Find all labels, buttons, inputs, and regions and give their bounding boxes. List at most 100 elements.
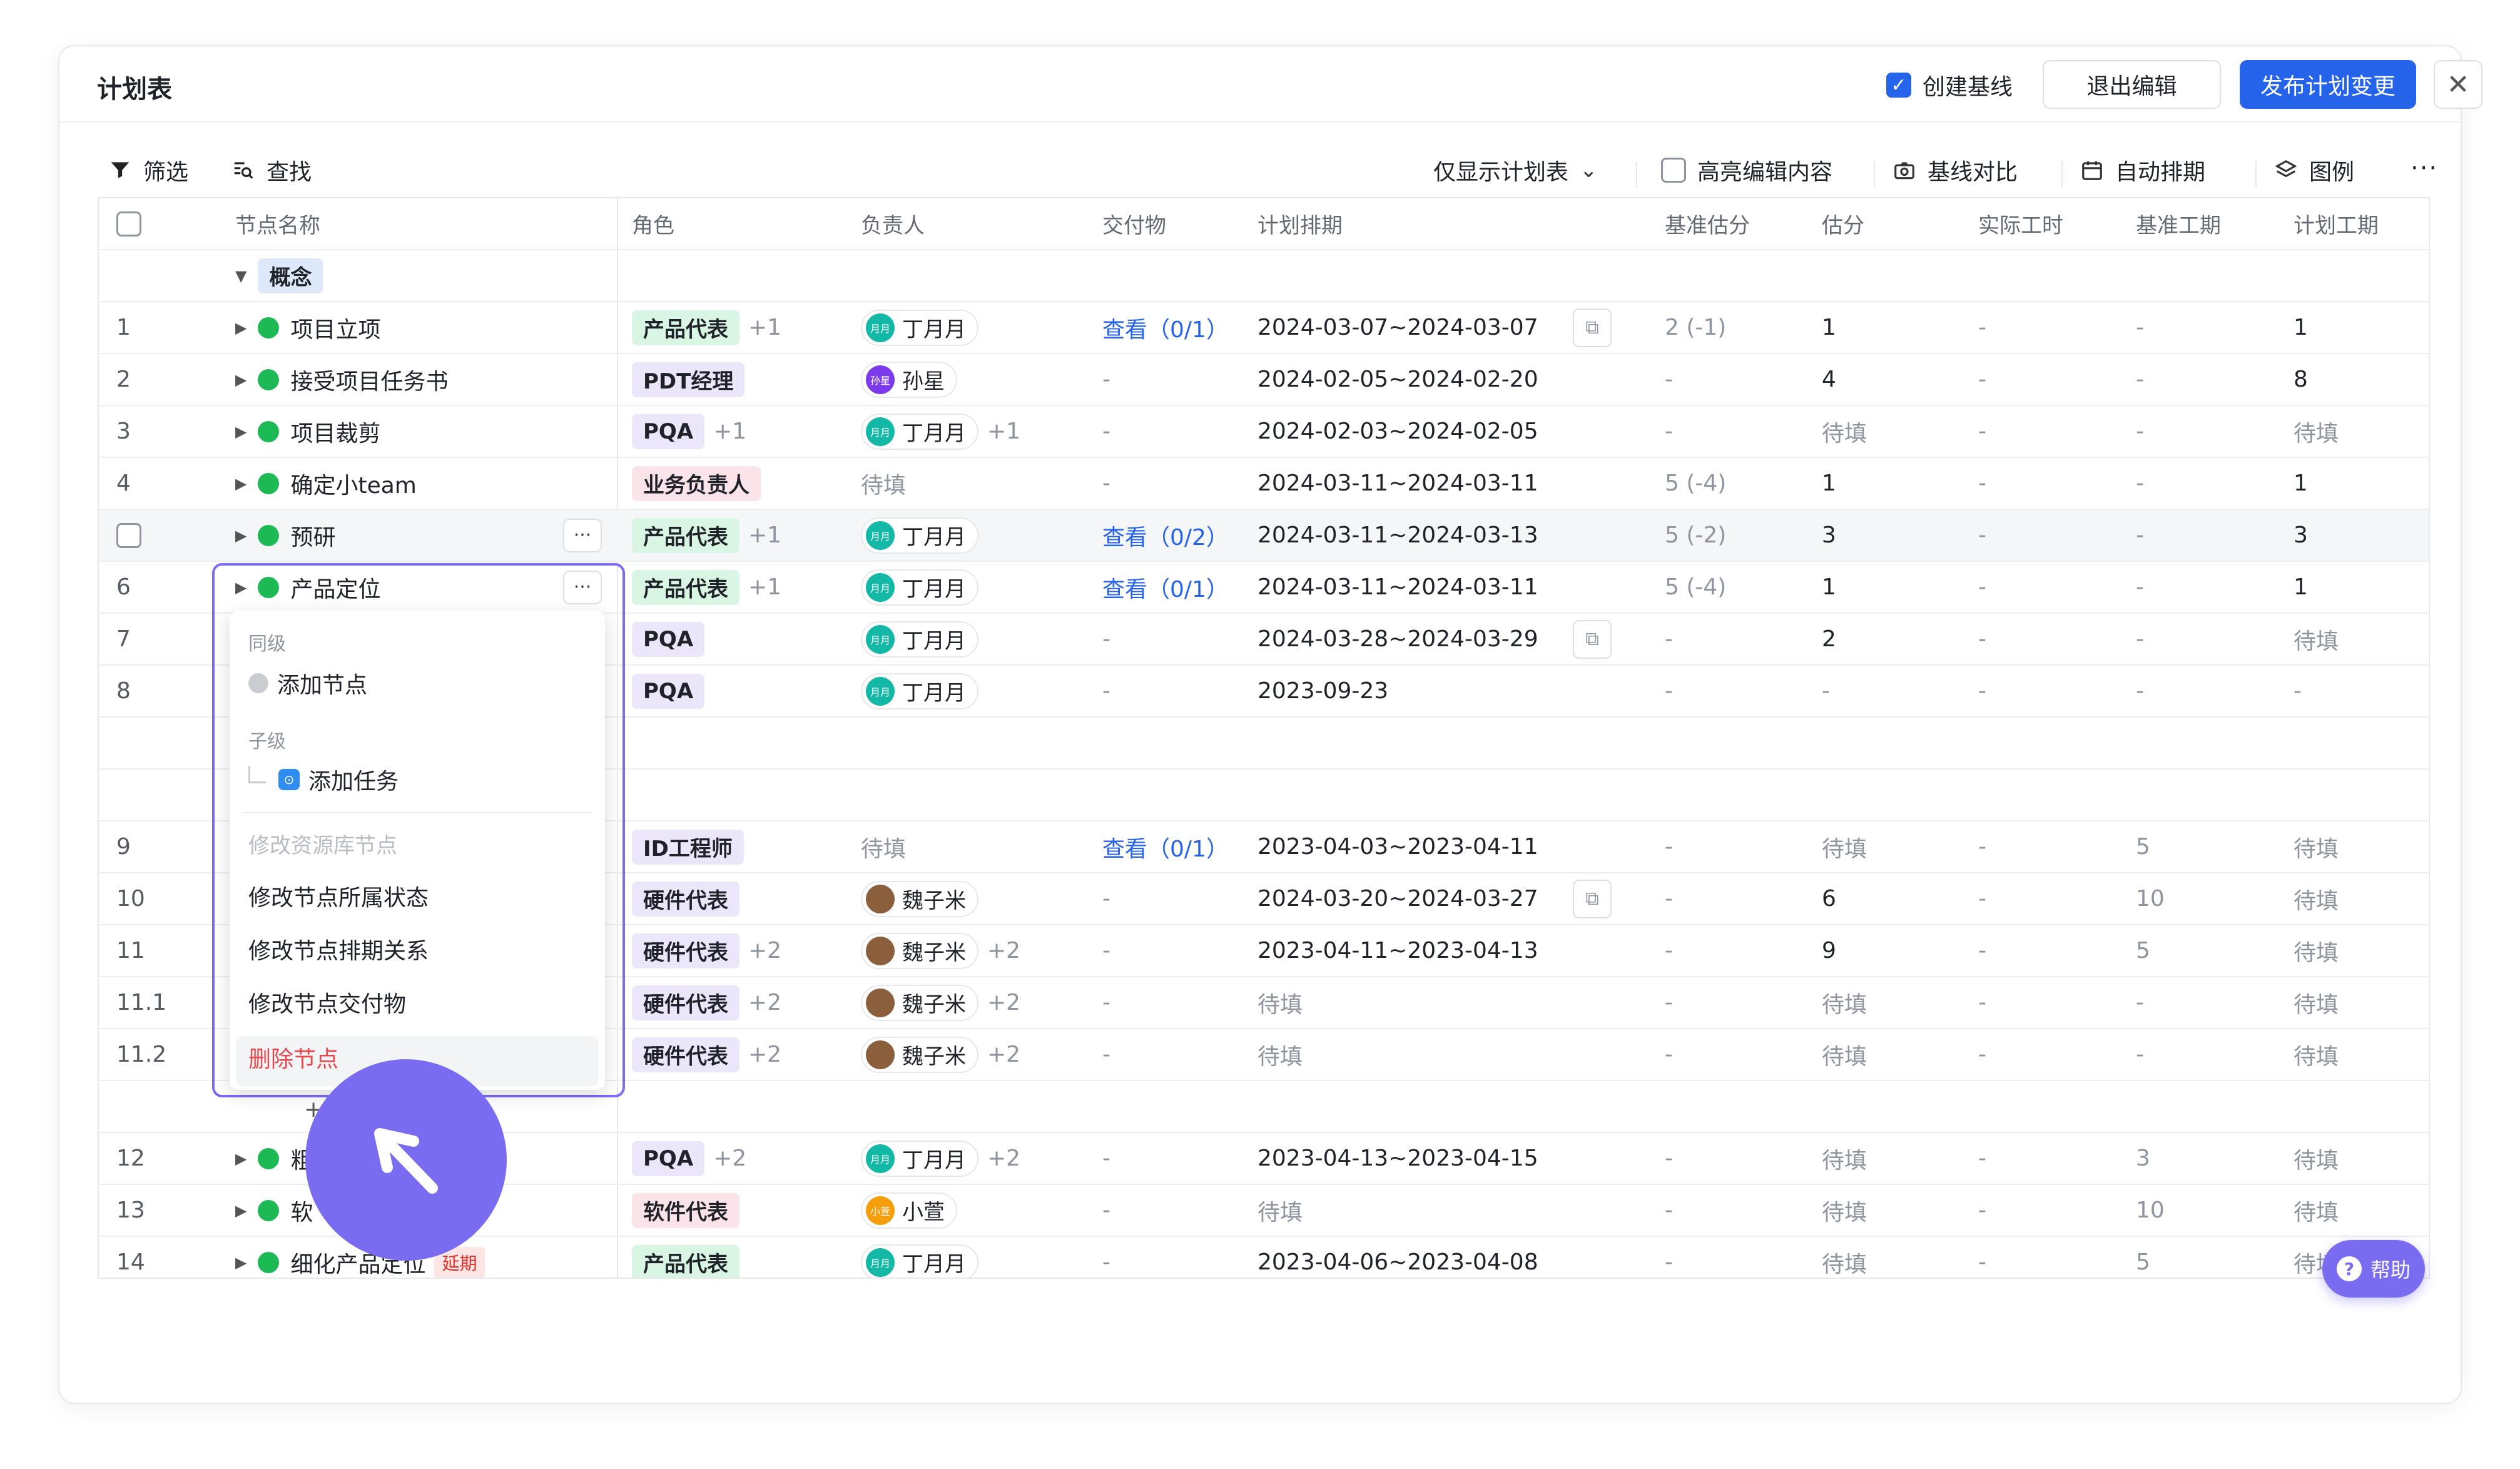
node-name-cell[interactable]: ▶ 软 bbox=[235, 1185, 313, 1236]
caret-right-icon[interactable]: ▶ bbox=[235, 1202, 246, 1219]
role-cell[interactable]: 业务负责人 bbox=[632, 458, 761, 509]
node-name-cell[interactable]: ▶ 产品定位 bbox=[235, 562, 380, 613]
role-cell[interactable]: 硬件代表 +2 bbox=[632, 925, 781, 976]
menu-delete-node[interactable]: 删除节点 bbox=[248, 1041, 338, 1074]
role-cell[interactable]: 产品代表 +1 bbox=[632, 302, 781, 353]
role-cell[interactable]: 硬件代表 +2 bbox=[632, 1029, 781, 1080]
owner-cell[interactable]: 魏子米 +2 bbox=[861, 1029, 1020, 1080]
menu-edit-deliverable[interactable]: 修改节点交付物 bbox=[248, 986, 406, 1019]
node-name-cell[interactable]: ▶ 确定小team bbox=[235, 458, 417, 509]
node-name-cell[interactable]: ▶ 项目立项 bbox=[235, 302, 380, 353]
view-select[interactable]: 仅显示计划表 ⌄ bbox=[1433, 154, 1598, 186]
publish-plan-button[interactable]: 发布计划变更 bbox=[2240, 60, 2416, 109]
more-options-icon[interactable]: ··· bbox=[563, 518, 602, 552]
copy-icon[interactable]: ⧉ bbox=[1573, 619, 1612, 659]
more-options-icon[interactable]: ··· bbox=[563, 570, 602, 604]
status-dot-icon bbox=[258, 576, 280, 598]
role-badge: ID工程师 bbox=[632, 829, 744, 865]
owner-cell[interactable]: 月月 丁月月 +2 bbox=[861, 1133, 1020, 1184]
owner-cell[interactable]: 月月 丁月月 bbox=[861, 666, 978, 716]
caret-right-icon[interactable]: ▶ bbox=[235, 319, 246, 337]
caret-right-icon[interactable]: ▶ bbox=[235, 1150, 246, 1167]
search-button[interactable]: 查找 bbox=[231, 154, 312, 186]
row-more-button[interactable]: ··· bbox=[563, 562, 602, 613]
caret-right-icon[interactable]: ▶ bbox=[235, 527, 246, 544]
caret-right-icon[interactable]: ▶ bbox=[235, 423, 246, 440]
owner-cell[interactable]: 待填 bbox=[861, 821, 906, 872]
deliverable-cell[interactable]: 查看（0/1） bbox=[1102, 821, 1229, 872]
create-baseline-checkbox[interactable]: ✓ 创建基线 bbox=[1886, 69, 2013, 101]
role-cell[interactable]: 产品代表 +1 bbox=[632, 510, 781, 561]
role-cell[interactable]: 硬件代表 +2 bbox=[632, 977, 781, 1028]
filter-button[interactable]: 筛选 bbox=[108, 154, 188, 186]
owner-cell[interactable]: 魏子米 +2 bbox=[861, 977, 1020, 1028]
close-icon[interactable]: ✕ bbox=[2434, 60, 2482, 109]
node-name-cell[interactable]: ▶ 预研 bbox=[235, 510, 335, 561]
auto-schedule-button[interactable]: 自动排期 bbox=[2080, 154, 2205, 186]
role-cell[interactable]: PQA bbox=[632, 614, 705, 664]
baseline-compare-button[interactable]: 基线对比 bbox=[1893, 154, 2018, 186]
table-row[interactable]: 2 ▶ 接受项目任务书 PDT经理 孙星 孙星 - 2024-02-05~2024-02-20… bbox=[99, 354, 2429, 406]
caret-right-icon[interactable]: ▶ bbox=[235, 475, 246, 492]
row-more-button[interactable]: ··· bbox=[563, 510, 602, 561]
owner-cell[interactable]: 月月 丁月月 +1 bbox=[861, 406, 1020, 457]
table-row[interactable]: 6 ▶ 产品定位 ··· 产品代表 +1 月月 丁月月 查看（0/1） 2024-03-11~20… bbox=[99, 562, 2429, 614]
copy-icon[interactable]: ⧉ bbox=[1573, 879, 1612, 918]
caret-right-icon[interactable]: ▶ bbox=[235, 579, 246, 596]
role-cell[interactable]: PQA +2 bbox=[632, 1133, 746, 1184]
copy-baseline-button[interactable]: ⧉ bbox=[1573, 614, 1612, 664]
select-all-checkbox[interactable] bbox=[116, 198, 141, 249]
owner-cell[interactable]: 待填 bbox=[861, 458, 906, 509]
role-cell[interactable]: PDT经理 bbox=[632, 354, 745, 405]
menu-add-node[interactable]: 添加节点 bbox=[248, 667, 367, 699]
node-name-cell[interactable]: ▶ 项目裁剪 bbox=[235, 406, 380, 457]
owner-cell[interactable]: 月月 丁月月 bbox=[861, 1237, 978, 1278]
owner-cell[interactable]: 月月 丁月月 bbox=[861, 302, 978, 353]
menu-edit-schedule-relation[interactable]: 修改节点排期关系 bbox=[248, 933, 429, 965]
role-cell[interactable]: PQA bbox=[632, 666, 705, 716]
exit-edit-button[interactable]: 退出编辑 bbox=[2043, 60, 2221, 109]
deliverable-cell[interactable]: 查看（0/1） bbox=[1102, 302, 1229, 353]
role-cell[interactable]: ID工程师 bbox=[632, 821, 744, 872]
copy-baseline-button[interactable]: ⧉ bbox=[1573, 873, 1612, 924]
copy-baseline-button[interactable]: ⧉ bbox=[1573, 302, 1612, 353]
role-cell[interactable]: PQA +1 bbox=[632, 406, 746, 457]
owner-cell[interactable]: 月月 丁月月 bbox=[861, 614, 978, 664]
table-row[interactable]: ▶ 预研 ··· 产品代表 +1 月月 丁月月 查看（0/2） 2024-03-11~2024-… bbox=[99, 510, 2429, 562]
row-index: 11 bbox=[116, 938, 145, 963]
role-cell[interactable]: 产品代表 bbox=[632, 1237, 739, 1278]
owner-cell[interactable]: 魏子米 bbox=[861, 873, 978, 924]
legend-label: 图例 bbox=[2309, 160, 2355, 185]
deliverable-cell: - bbox=[1102, 470, 1110, 496]
node-name-cell[interactable]: ▶ 粗 bbox=[235, 1133, 313, 1184]
more-options-icon[interactable]: ··· bbox=[2411, 154, 2438, 183]
menu-edit-node-status[interactable]: 修改节点所属状态 bbox=[248, 880, 429, 912]
owner-cell[interactable]: 月月 丁月月 bbox=[861, 510, 978, 561]
owner-pill: 魏子米 bbox=[861, 880, 978, 917]
copy-icon[interactable]: ⧉ bbox=[1573, 308, 1612, 347]
table-row[interactable]: 4 ▶ 确定小team 业务负责人 待填 - 2024-03-11~2024-03-11 5 … bbox=[99, 458, 2429, 510]
deliverable-cell[interactable]: 查看（0/1） bbox=[1102, 562, 1229, 613]
highlight-edit-checkbox[interactable]: 高亮编辑内容 bbox=[1661, 154, 1832, 186]
legend-button[interactable]: 图例 bbox=[2274, 154, 2354, 186]
owner-cell[interactable]: 孙星 孙星 bbox=[861, 354, 957, 405]
table-row[interactable]: 1 ▶ 项目立项 产品代表 +1 月月 丁月月 查看（0/1） 2024-03-07~2024-… bbox=[99, 302, 2429, 354]
owner-cell[interactable]: 月月 丁月月 bbox=[861, 562, 978, 613]
role-cell[interactable]: 产品代表 +1 bbox=[632, 562, 781, 613]
row-checkbox[interactable] bbox=[116, 510, 141, 561]
baseline-period-cell: - bbox=[2136, 678, 2144, 704]
group-row[interactable]: ▼ 概念 bbox=[99, 250, 2429, 302]
menu-add-task[interactable]: ⊙ 添加任务 bbox=[248, 763, 399, 796]
caret-right-icon[interactable]: ▶ bbox=[235, 371, 246, 389]
owner-cell[interactable]: 小萱 小萱 bbox=[861, 1185, 957, 1236]
avatar: 月月 bbox=[866, 676, 895, 706]
node-name-cell[interactable]: ▶ 接受项目任务书 bbox=[235, 354, 448, 405]
deliverable-cell[interactable]: 查看（0/2） bbox=[1102, 510, 1229, 561]
help-button[interactable]: ? 帮助 bbox=[2322, 1240, 2425, 1298]
owner-cell[interactable]: 魏子米 +2 bbox=[861, 925, 1020, 976]
caret-down-icon[interactable]: ▼ bbox=[235, 267, 246, 285]
caret-right-icon[interactable]: ▶ bbox=[235, 1254, 246, 1271]
table-row[interactable]: 3 ▶ 项目裁剪 PQA +1 月月 丁月月 +1 - 2024-02-03~2024-02-05… bbox=[99, 406, 2429, 458]
role-cell[interactable]: 硬件代表 bbox=[632, 873, 739, 924]
role-cell[interactable]: 软件代表 bbox=[632, 1185, 739, 1236]
